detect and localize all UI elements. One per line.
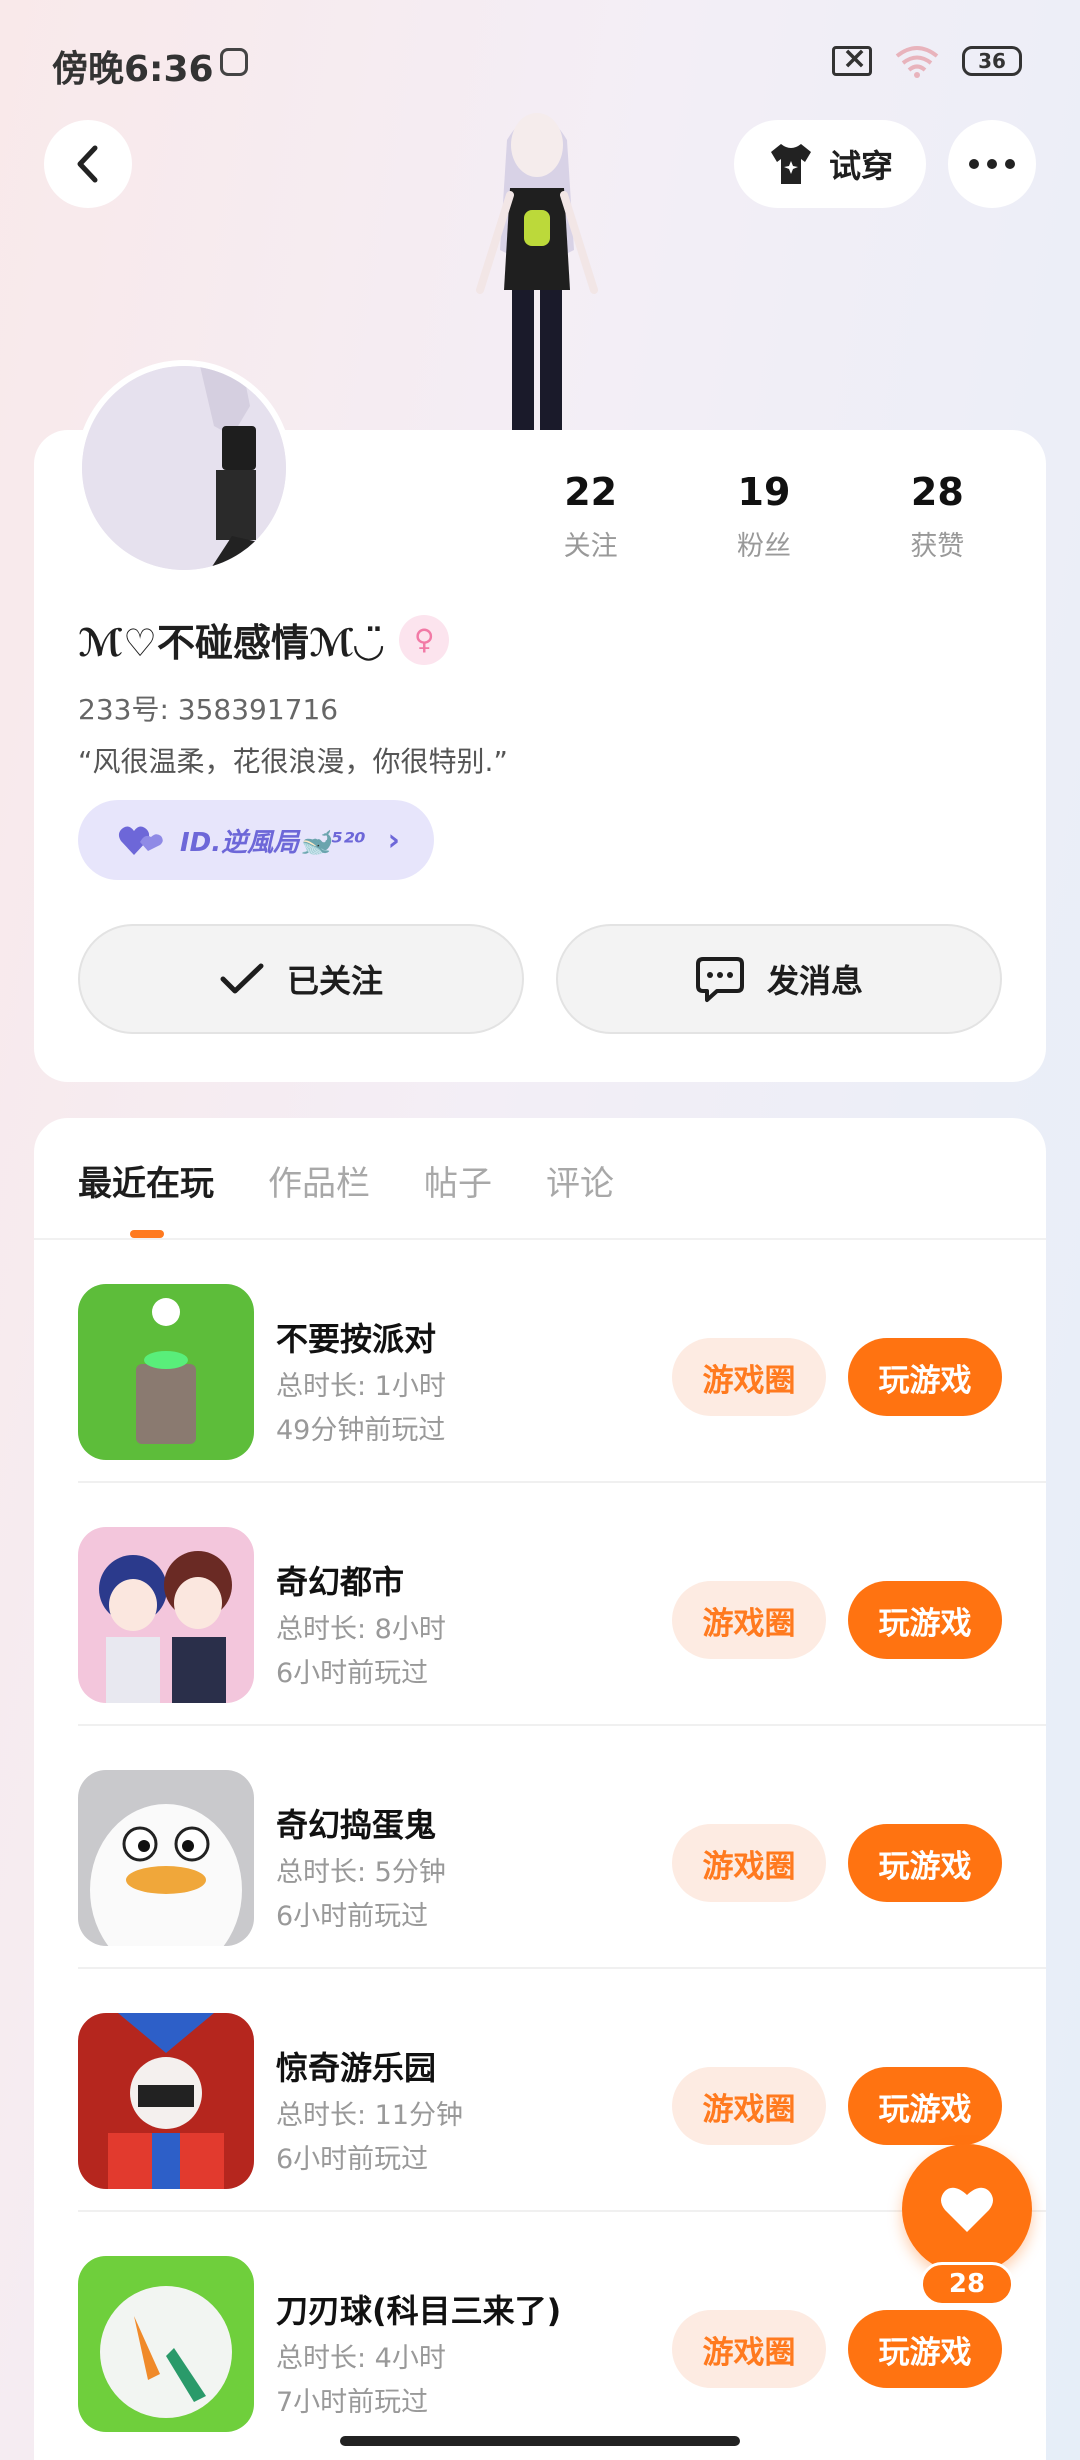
stat-value: 28 [910, 470, 964, 514]
game-circle-button[interactable]: 游戏圈 [672, 2310, 826, 2388]
stat-label: 粉丝 [736, 531, 791, 562]
like-count-badge: 28 [920, 2262, 1014, 2306]
tshirt-icon [770, 144, 811, 184]
game-icon-image [78, 1284, 254, 1460]
game-icon-image [78, 2256, 254, 2432]
game-icon-image [78, 2013, 254, 2189]
game-circle-button[interactable]: 游戏圈 [672, 1581, 826, 1659]
avatar-3d-figure[interactable] [452, 100, 622, 430]
tab-comments[interactable]: 评论 [546, 1156, 614, 1205]
game-duration: 总时长: 5分钟 [276, 1857, 446, 1888]
stat-followers[interactable]: 19 粉丝 [677, 470, 850, 563]
profile-tabs: 最近在玩 作品栏 帖子 评论 [78, 1156, 614, 1205]
more-dots-icon [969, 159, 1015, 169]
followed-button[interactable]: 已关注 [78, 924, 524, 1034]
game-icon [78, 2256, 254, 2432]
game-circle-button[interactable]: 游戏圈 [672, 2067, 826, 2145]
list-item[interactable]: 惊奇游乐园 总时长: 11分钟 6小时前玩过 游戏圈 玩游戏 [34, 1969, 1046, 2212]
try-on-button[interactable]: 试穿 [734, 120, 926, 208]
game-name: 不要按派对 [276, 1320, 437, 1358]
tab-recently-played[interactable]: 最近在玩 [78, 1156, 214, 1205]
back-button[interactable] [44, 120, 132, 208]
check-icon [220, 963, 264, 994]
game-circle-button[interactable]: 游戏圈 [672, 1338, 826, 1416]
heart-icon [941, 2187, 993, 2232]
game-icon [78, 1284, 254, 1460]
game-duration: 总时长: 1小时 [276, 1371, 446, 1402]
more-button[interactable] [948, 120, 1036, 208]
game-icon [78, 1770, 254, 1946]
message-button[interactable]: 发消息 [556, 924, 1002, 1034]
play-game-button[interactable]: 玩游戏 [848, 1824, 1002, 1902]
chevron-left-icon [77, 145, 98, 183]
like-button[interactable] [902, 2144, 1032, 2274]
chevron-right-icon: › [387, 822, 400, 858]
game-duration: 总时长: 8小时 [276, 1614, 446, 1645]
guild-name: ID.逆風局🐋⁵²⁰ [180, 827, 366, 858]
hearts-icon [118, 826, 163, 855]
game-circle-button[interactable]: 游戏圈 [672, 1824, 826, 1902]
stat-following[interactable]: 22 关注 [504, 470, 677, 563]
game-name: 奇幻捣蛋鬼 [276, 1806, 437, 1844]
stat-value: 22 [564, 470, 618, 514]
notification-icon [220, 48, 248, 76]
list-item[interactable]: 不要按派对 总时长: 1小时 49分钟前玩过 游戏圈 玩游戏 [34, 1240, 1046, 1483]
profile-stats: 22 关注 19 粉丝 28 获赞 [504, 470, 1024, 563]
stat-value: 19 [737, 470, 791, 514]
battery-icon: 36 [962, 46, 1022, 76]
list-item[interactable]: 奇幻都市 总时长: 8小时 6小时前玩过 游戏圈 玩游戏 [34, 1483, 1046, 1726]
game-icon [78, 1527, 254, 1703]
game-last-played: 6小时前玩过 [276, 1901, 429, 1932]
stat-label: 获赞 [910, 531, 965, 562]
game-last-played: 6小时前玩过 [276, 2144, 429, 2175]
list-item[interactable]: 刀刃球(科目三来了) 总时长: 4小时 7小时前玩过 游戏圈 玩游戏 [34, 2212, 1046, 2455]
active-tab-indicator [130, 1230, 164, 1238]
username: ℳ♡不碰感情ℳ◡̈ ♀ [78, 612, 450, 667]
status-icons: 36 [832, 41, 1022, 78]
game-last-played: 7小时前玩过 [276, 2387, 429, 2418]
game-icon-image [78, 1770, 254, 1946]
wifi-icon [895, 46, 939, 78]
female-gender-icon: ♀ [399, 614, 450, 665]
avatar[interactable] [76, 360, 292, 576]
home-indicator[interactable] [340, 2436, 740, 2446]
stat-label: 关注 [563, 531, 618, 562]
chat-bubble-icon [695, 957, 744, 1002]
play-game-button[interactable]: 玩游戏 [848, 2067, 1002, 2145]
game-last-played: 6小时前玩过 [276, 1658, 429, 1689]
username-text: ℳ♡不碰感情ℳ◡̈ [78, 621, 384, 665]
game-duration: 总时长: 11分钟 [276, 2100, 464, 2131]
guild-chip[interactable]: ID.逆風局🐋⁵²⁰ › [78, 800, 434, 880]
tab-works[interactable]: 作品栏 [268, 1156, 370, 1205]
play-game-button[interactable]: 玩游戏 [848, 1581, 1002, 1659]
recent-games-card: 最近在玩 作品栏 帖子 评论 不要按派对 总时长: 1小时 49分钟前玩过 游戏… [34, 1118, 1046, 2460]
game-duration: 总时长: 4小时 [276, 2343, 446, 2374]
play-game-button[interactable]: 玩游戏 [848, 1338, 1002, 1416]
game-name: 刀刃球(科目三来了) [276, 2292, 562, 2330]
user-id: 233号: 358391716 [78, 693, 339, 726]
status-time: 傍晚6:36 [52, 49, 214, 90]
game-last-played: 49分钟前玩过 [276, 1415, 446, 1446]
try-on-label: 试穿 [828, 147, 893, 185]
stat-likes[interactable]: 28 获赞 [851, 470, 1024, 563]
play-game-button[interactable]: 玩游戏 [848, 2310, 1002, 2388]
list-item[interactable]: 奇幻捣蛋鬼 总时长: 5分钟 6小时前玩过 游戏圈 玩游戏 [34, 1726, 1046, 1969]
game-name: 奇幻都市 [276, 1563, 405, 1601]
tab-posts[interactable]: 帖子 [424, 1156, 492, 1205]
game-icon-image [78, 1527, 254, 1703]
no-sim-icon [832, 41, 872, 76]
user-bio: “风很温柔，花很浪漫，你很特别.” [78, 745, 508, 778]
message-label: 发消息 [766, 962, 863, 1000]
game-name: 惊奇游乐园 [276, 2049, 437, 2087]
game-icon [78, 2013, 254, 2189]
followed-label: 已关注 [286, 962, 383, 1000]
